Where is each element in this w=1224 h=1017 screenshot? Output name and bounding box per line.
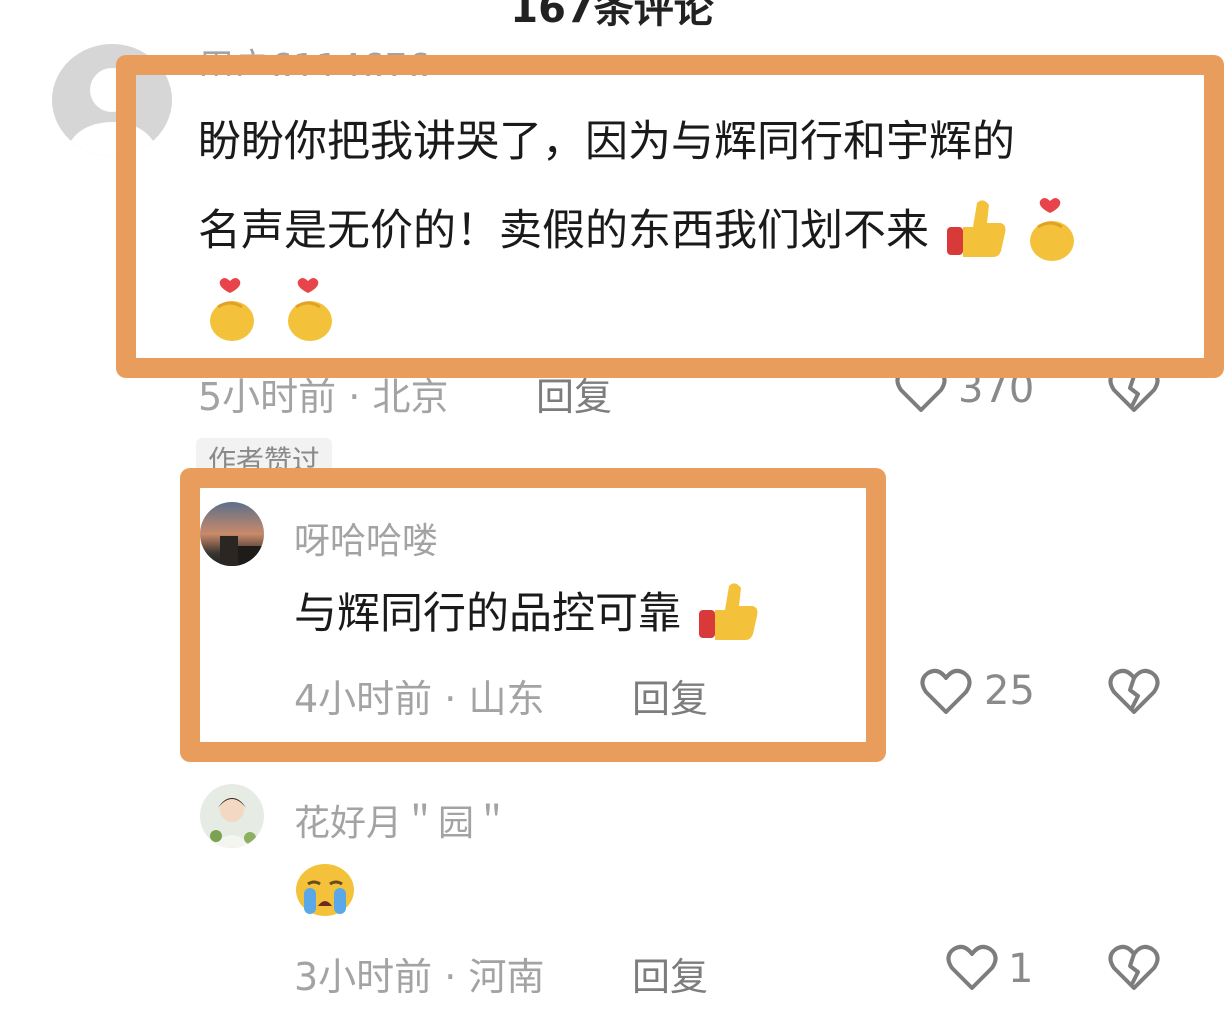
highlight-box (180, 468, 886, 762)
comment-location: 北京 (372, 375, 449, 419)
avatar[interactable] (200, 784, 264, 848)
comment-meta: 3小时前 · 河南 (294, 946, 544, 1001)
comments-count-title: 167条评论 (510, 0, 714, 32)
like-count: 1 (1008, 946, 1034, 992)
comment-time: 3小时前 (294, 955, 433, 999)
meta-separator: · (432, 955, 469, 999)
dislike-broken-heart-icon[interactable] (1108, 668, 1160, 716)
comment-time: 5小时前 (198, 375, 337, 419)
reply-button[interactable]: 回复 (632, 946, 708, 1001)
comment-username[interactable]: 花好月＂园＂ (294, 794, 510, 846)
dislike-broken-heart-icon[interactable] (1108, 944, 1160, 992)
meta-separator: · (336, 375, 373, 419)
highlight-box (116, 55, 1224, 378)
comment-location: 河南 (468, 955, 545, 999)
crying-face-icon (296, 864, 354, 916)
like-count: 25 (984, 668, 1035, 714)
like-heart-icon[interactable] (946, 944, 998, 992)
like-heart-icon[interactable] (920, 668, 972, 716)
